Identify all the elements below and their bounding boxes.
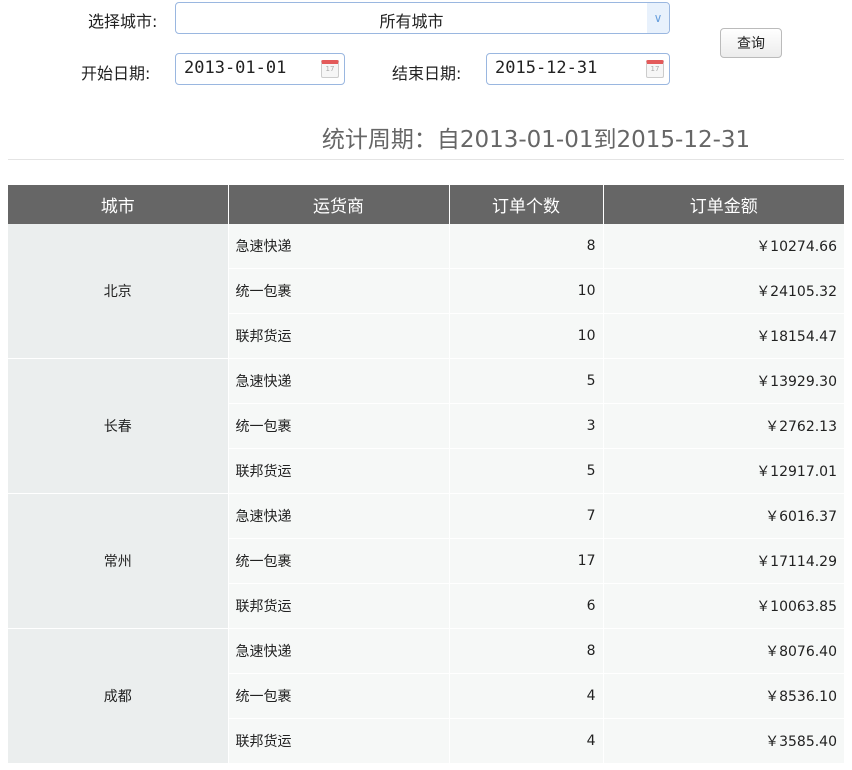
order-count-cell: 10 bbox=[448, 268, 603, 314]
header-city[interactable]: 城市 bbox=[8, 185, 228, 224]
table-row: 成都 急速快递 8 ￥8076.40 bbox=[8, 628, 844, 764]
order-amount-cell: ￥6016.37 bbox=[602, 493, 844, 539]
calendar-icon[interactable]: 17 bbox=[321, 60, 339, 78]
query-button[interactable]: 查询 bbox=[720, 28, 782, 58]
order-count-cell: 4 bbox=[448, 718, 603, 764]
end-date-input[interactable]: 2015-12-31 17 bbox=[486, 53, 670, 85]
order-amount-cell: ￥18154.47 bbox=[602, 313, 844, 359]
city-cell: 北京 bbox=[8, 224, 228, 359]
city-cell: 长春 bbox=[8, 358, 228, 494]
table-row: 常州 急速快递 7 ￥6016.37 bbox=[8, 493, 844, 629]
end-date-value: 2015-12-31 bbox=[495, 58, 598, 78]
end-date-label: 结束日期: bbox=[392, 64, 462, 83]
shipper-cell: 急速快递 bbox=[227, 358, 449, 404]
order-amount-cell: ￥10063.85 bbox=[602, 583, 844, 629]
shipper-cell: 联邦货运 bbox=[227, 313, 449, 359]
order-count-cell: 5 bbox=[448, 358, 603, 404]
header-order-count[interactable]: 订单个数 bbox=[448, 185, 603, 224]
order-amount-cell: ￥3585.40 bbox=[602, 718, 844, 764]
city-cell: 成都 bbox=[8, 628, 228, 764]
shipper-cell: 统一包裹 bbox=[227, 268, 449, 314]
table-row: 北京 急速快递 8 ￥10274.66 bbox=[8, 224, 844, 359]
shipper-cell: 统一包裹 bbox=[227, 538, 449, 584]
order-count-cell: 17 bbox=[448, 538, 603, 584]
order-amount-cell: ￥17114.29 bbox=[602, 538, 844, 584]
chevron-down-icon: ∨ bbox=[647, 3, 669, 33]
city-select[interactable]: 所有城市 ∨ bbox=[175, 2, 670, 34]
order-amount-cell: ￥13929.30 bbox=[602, 358, 844, 404]
order-amount-cell: ￥12917.01 bbox=[602, 448, 844, 494]
shipper-cell: 统一包裹 bbox=[227, 673, 449, 719]
start-date-label: 开始日期: bbox=[81, 64, 151, 83]
city-cell: 常州 bbox=[8, 493, 228, 629]
city-label: 选择城市: bbox=[88, 12, 158, 31]
order-count-cell: 4 bbox=[448, 673, 603, 719]
order-count-cell: 5 bbox=[448, 448, 603, 494]
shipper-cell: 联邦货运 bbox=[227, 583, 449, 629]
order-amount-cell: ￥2762.13 bbox=[602, 403, 844, 449]
order-count-cell: 8 bbox=[448, 224, 603, 269]
header-shipper[interactable]: 运货商 bbox=[227, 185, 449, 224]
order-count-cell: 10 bbox=[448, 313, 603, 359]
start-date-input[interactable]: 2013-01-01 17 bbox=[175, 53, 345, 85]
table-header-row: 城市 运货商 订单个数 订单金额 bbox=[8, 185, 844, 224]
order-count-cell: 3 bbox=[448, 403, 603, 449]
shipper-cell: 急速快递 bbox=[227, 493, 449, 539]
start-date-value: 2013-01-01 bbox=[184, 58, 287, 78]
shipper-cell: 联邦货运 bbox=[227, 718, 449, 764]
header-order-amount[interactable]: 订单金额 bbox=[602, 185, 844, 224]
period-text: 统计周期：自2013-01-01到2015-12-31 bbox=[321, 127, 751, 153]
table-row: 长春 急速快递 5 ￥13929.30 bbox=[8, 358, 844, 494]
order-count-cell: 8 bbox=[448, 628, 603, 674]
stats-table: 城市 运货商 订单个数 订单金额 北京 急速快递 8 ￥10274.66 统一包裹 10 ￥… bbox=[8, 185, 844, 764]
order-count-cell: 7 bbox=[448, 493, 603, 539]
shipper-cell: 联邦货运 bbox=[227, 448, 449, 494]
order-amount-cell: ￥8076.40 bbox=[602, 628, 844, 674]
city-select-value: 所有城市 bbox=[379, 12, 444, 31]
order-amount-cell: ￥10274.66 bbox=[602, 224, 844, 269]
order-amount-cell: ￥8536.10 bbox=[602, 673, 844, 719]
shipper-cell: 急速快递 bbox=[227, 628, 449, 674]
shipper-cell: 统一包裹 bbox=[227, 403, 449, 449]
shipper-cell: 急速快递 bbox=[227, 224, 449, 269]
order-count-cell: 6 bbox=[448, 583, 603, 629]
order-amount-cell: ￥24105.32 bbox=[602, 268, 844, 314]
calendar-icon[interactable]: 17 bbox=[646, 60, 664, 78]
divider bbox=[8, 159, 844, 160]
